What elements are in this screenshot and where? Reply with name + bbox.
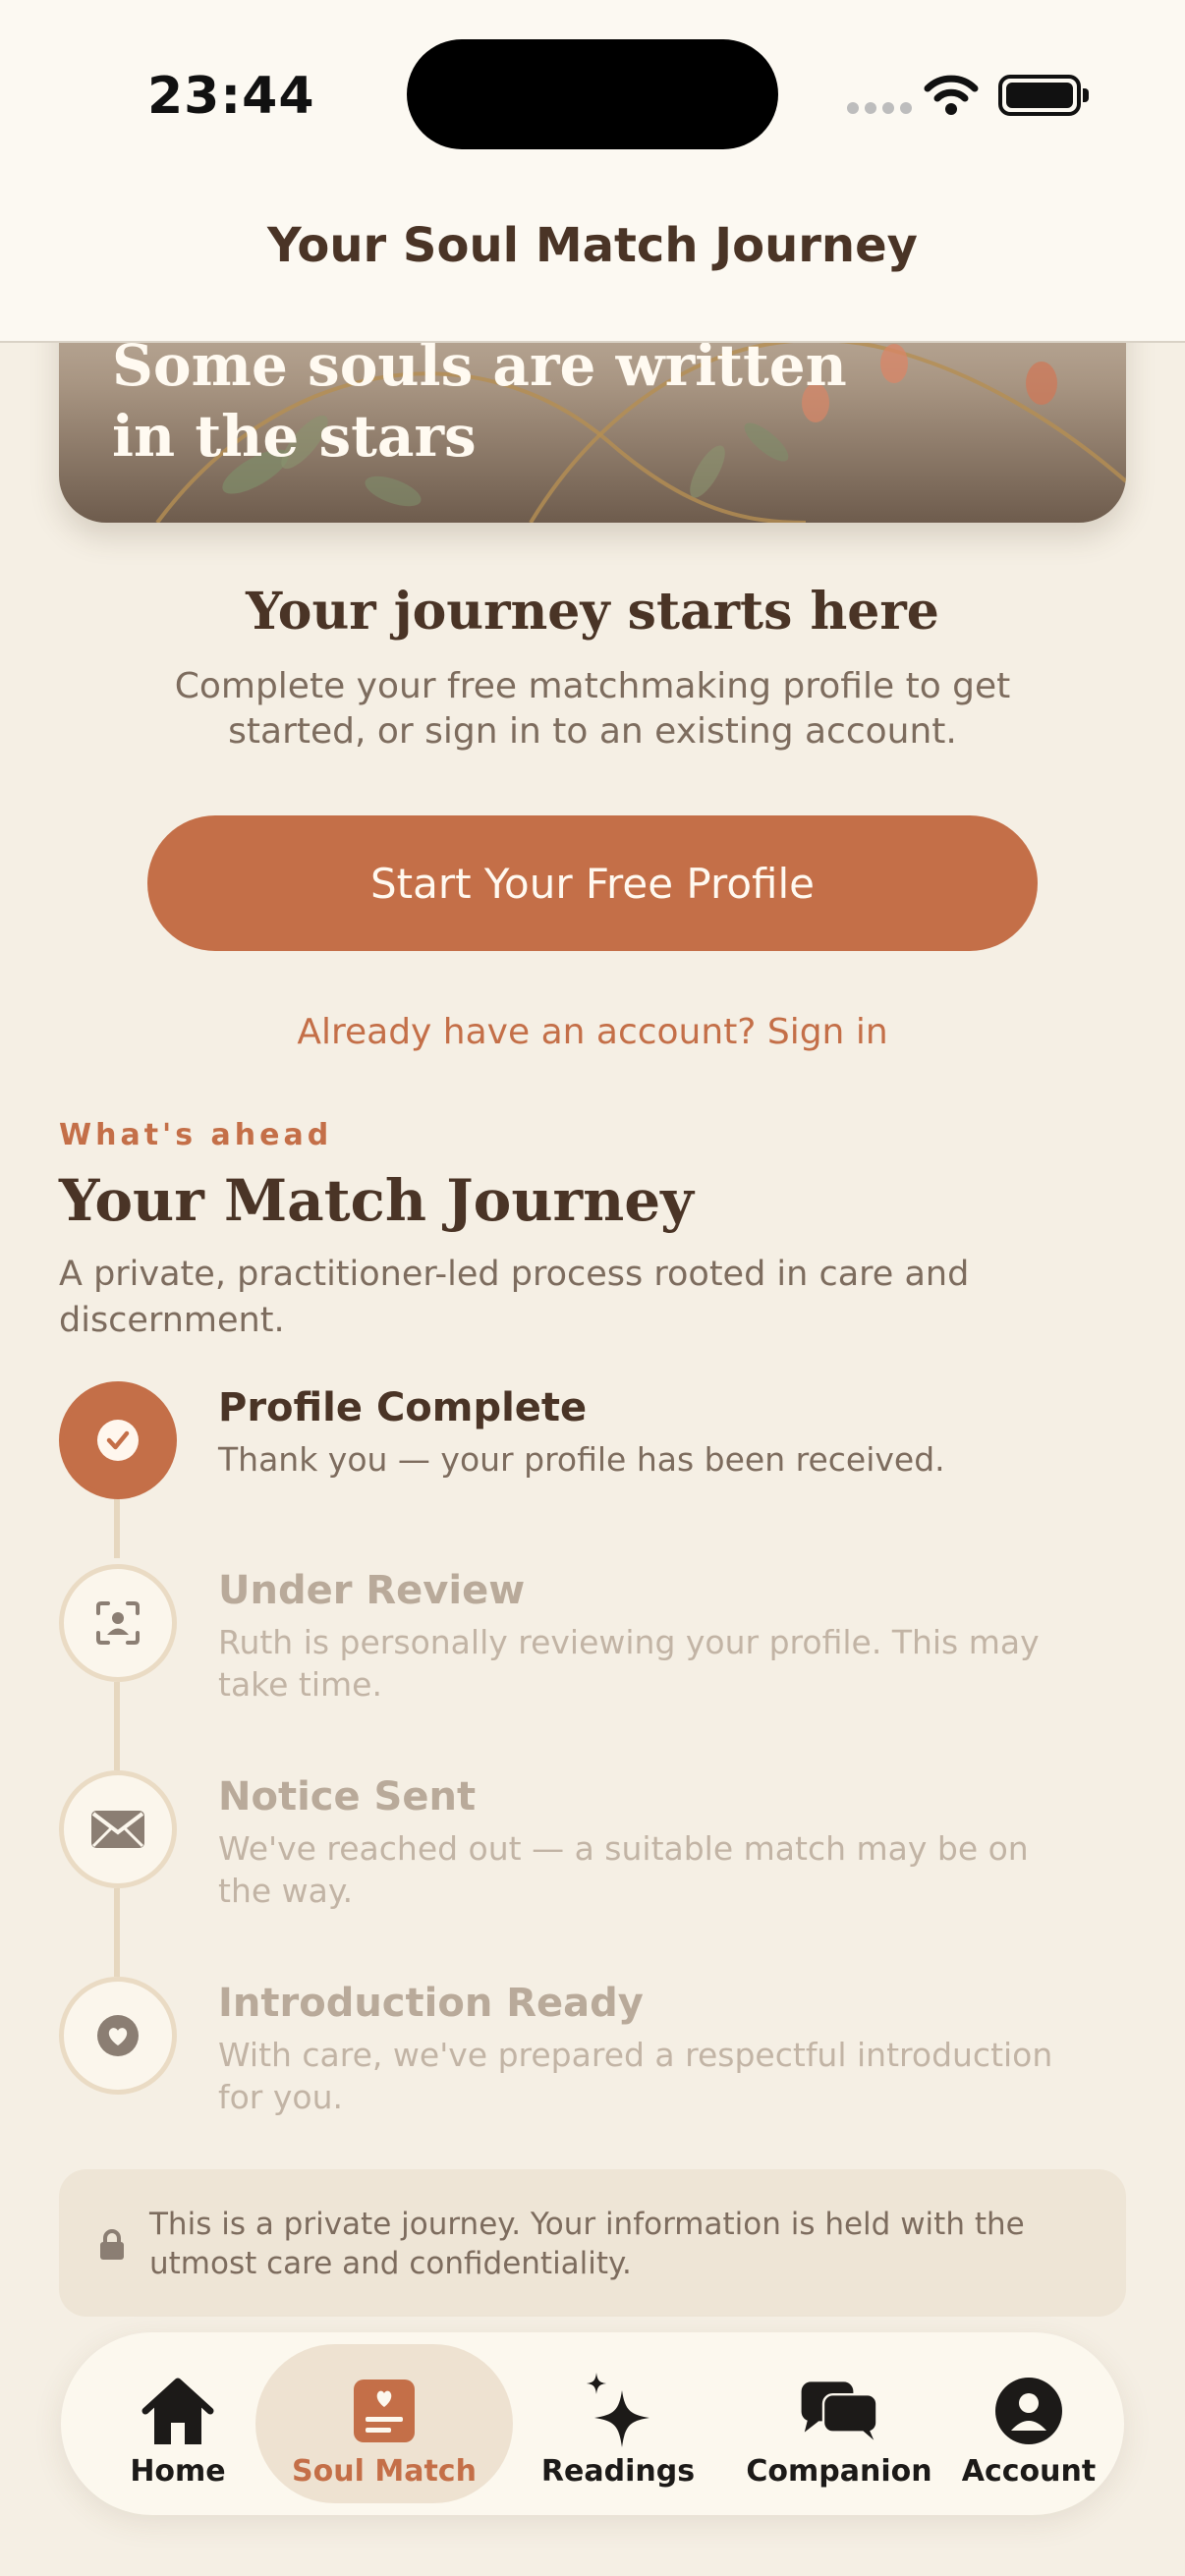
- lock-icon: [100, 2229, 124, 2260]
- cellular-signal-icon: [847, 102, 912, 114]
- tab-label: Readings: [540, 2454, 696, 2489]
- step-description: Thank you — your profile has been receiv…: [218, 1440, 945, 1479]
- intro-subtitle-line-2: started, or sign in to an existing accou…: [228, 711, 957, 752]
- intro-subtitle: Complete your free matchmaking profile t…: [0, 664, 1185, 755]
- step-status-circle: [59, 1770, 177, 1888]
- sparkles-icon: [587, 2373, 649, 2447]
- privacy-note: This is a private journey. Your informat…: [59, 2169, 1126, 2317]
- section-subtitle: A private, practitioner-led process root…: [59, 1255, 970, 1340]
- tab-label: Soul Match: [292, 2454, 477, 2489]
- tab-soul-match[interactable]: Soul Match: [255, 2344, 513, 2503]
- step-title: Profile Complete: [218, 1385, 588, 1430]
- person-circle-icon: [995, 2378, 1062, 2444]
- person-scan-icon: [96, 1601, 140, 1645]
- step-status-circle: [59, 1977, 177, 2095]
- envelope-icon: [91, 1811, 144, 1848]
- tab-label: Home: [130, 2454, 226, 2489]
- step-status-circle: [59, 1564, 177, 1682]
- timeline-connector: [114, 1499, 120, 1558]
- section-title: Your Match Journey: [59, 1167, 694, 1234]
- step-description: We've reached out — a suitable match may…: [218, 1829, 1029, 1910]
- step-description: Ruth is personally reviewing your profil…: [218, 1623, 1040, 1704]
- start-free-profile-button[interactable]: Start Your Free Profile: [147, 815, 1038, 951]
- top-bar: 23:44 Your Soul Match Journey: [0, 0, 1185, 343]
- home-icon: [141, 2378, 214, 2444]
- step-title: Introduction Ready: [218, 1981, 644, 2026]
- tab-bar: Home Soul Match Readings Companion Accou…: [61, 2332, 1124, 2515]
- page-title: Your Soul Match Journey: [267, 218, 918, 273]
- intro-title: Your journey starts here: [246, 582, 939, 642]
- timeline-connector: [114, 1682, 120, 1770]
- tab-companion[interactable]: Companion: [723, 2344, 955, 2503]
- tab-label: Companion: [746, 2454, 932, 2489]
- wifi-icon: [924, 75, 979, 115]
- dynamic-island: [407, 39, 778, 149]
- step-title: Notice Sent: [218, 1774, 477, 1820]
- check-icon: [97, 1420, 139, 1461]
- timeline-connector: [114, 1888, 120, 1977]
- tab-readings[interactable]: Readings: [513, 2344, 723, 2503]
- intro-subtitle-line-1: Complete your free matchmaking profile t…: [174, 666, 1011, 706]
- soul-match-screen: Some souls are written in the stars 23:4…: [0, 0, 1185, 2576]
- chat-bubbles-icon: [801, 2381, 878, 2440]
- section-eyebrow: What's ahead: [59, 1118, 333, 1152]
- step-status-circle: [59, 1381, 177, 1499]
- sign-in-link[interactable]: Already have an account? Sign in: [0, 1012, 1185, 1052]
- heart-icon: [97, 2015, 139, 2056]
- privacy-text: This is a private journey. Your informat…: [149, 2207, 1025, 2281]
- tab-home[interactable]: Home: [75, 2344, 281, 2503]
- status-time: 23:44: [147, 67, 315, 126]
- tab-account[interactable]: Account: [945, 2344, 1112, 2503]
- heart-card-icon: [354, 2380, 415, 2442]
- step-description: With care, we've prepared a respectful i…: [218, 2036, 1053, 2116]
- step-title: Under Review: [218, 1568, 526, 1613]
- hero-title: Some souls are written in the stars: [112, 332, 847, 470]
- battery-icon: [998, 75, 1089, 116]
- tab-label: Account: [961, 2454, 1097, 2489]
